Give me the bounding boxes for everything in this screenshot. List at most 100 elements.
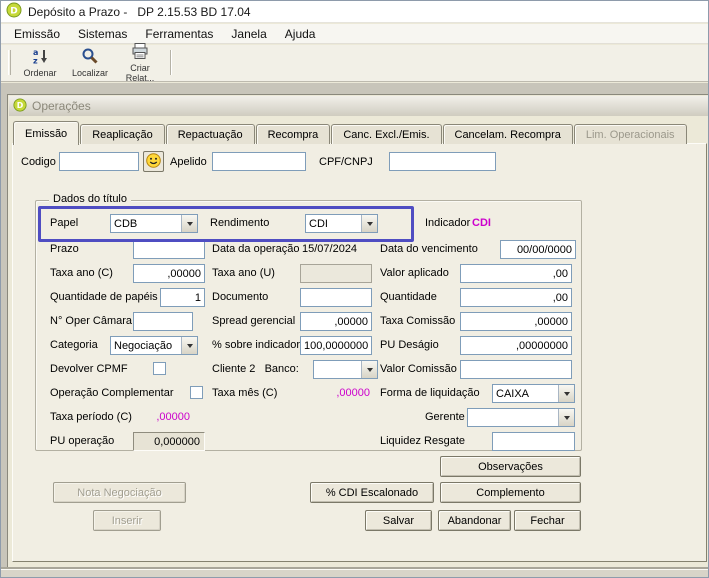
app-icon: D — [6, 2, 22, 21]
tab-recompra[interactable]: Recompra — [255, 124, 331, 144]
tab-cancelam-recompra[interactable]: Cancelam. Recompra — [442, 124, 573, 144]
pu-desagio-label: PU Deságio — [380, 339, 439, 351]
app-window: { "app": { "title": "Depósito a Prazo - … — [0, 0, 709, 578]
taxa-mes-c-label: Taxa mês (C) — [212, 387, 278, 399]
cpf-cnpj-input[interactable] — [389, 152, 496, 171]
fechar-button[interactable]: Fechar — [514, 510, 581, 531]
tab-repactuacao[interactable]: Repactuação — [165, 124, 255, 144]
categoria-label: Categoria — [50, 339, 98, 351]
categoria-select[interactable]: Negociação — [110, 336, 198, 355]
forma-liquidacao-select[interactable]: CAIXA — [492, 384, 575, 403]
svg-text:D: D — [17, 101, 24, 110]
observacoes-button[interactable]: Observações — [440, 456, 581, 477]
criar-relatorio-label: Criar Relat... — [125, 63, 155, 83]
apelido-input[interactable] — [212, 152, 306, 171]
papel-label: Papel — [50, 217, 79, 229]
sobre-indicador-label: % sobre indicador — [212, 339, 301, 351]
cliente2-banco-label: Cliente 2 Banco: — [212, 363, 299, 375]
cdi-escalonado-button[interactable]: % CDI Escalonado — [310, 482, 434, 503]
forma-liquidacao-label: Forma de liquidação — [380, 387, 480, 399]
cliente2-banco-dropdown-arrow-icon[interactable] — [361, 361, 377, 378]
svg-text:z: z — [33, 57, 38, 66]
smiley-lookup-button[interactable] — [143, 151, 164, 172]
menu-ferramentas[interactable]: Ferramentas — [136, 24, 222, 44]
papel-dropdown-arrow-icon[interactable] — [181, 215, 197, 232]
operacoes-window-icon: D — [13, 97, 27, 115]
localizar-button[interactable]: Localizar — [65, 46, 115, 79]
cliente2-banco-select[interactable] — [313, 360, 378, 379]
gerente-label: Gerente — [425, 411, 465, 423]
valor-comissao-input[interactable] — [460, 360, 572, 379]
categoria-dropdown-arrow-icon[interactable] — [181, 337, 197, 354]
codigo-input[interactable] — [59, 152, 139, 171]
papel-select[interactable]: CDB — [110, 214, 198, 233]
taxa-ano-u-label: Taxa ano (U) — [212, 267, 275, 279]
svg-text:D: D — [10, 7, 17, 17]
titlebar: D Depósito a Prazo - DP 2.15.53 BD 17.04 — [1, 1, 708, 23]
oper-camara-input[interactable] — [133, 312, 193, 331]
ordenar-button[interactable]: az Ordenar — [15, 46, 65, 79]
criar-relatorio-button[interactable]: Criar Relat... — [115, 43, 165, 83]
data-vencimento-input[interactable] — [500, 240, 576, 259]
pu-operacao-value: 0,000000 — [133, 432, 205, 451]
codigo-label: Codigo — [21, 156, 56, 168]
qtd-papeis-input[interactable] — [160, 288, 205, 307]
menu-sistemas[interactable]: Sistemas — [69, 24, 136, 44]
indicador-value: CDI — [472, 217, 491, 229]
liquidez-resgate-input[interactable] — [492, 432, 575, 451]
quantidade-label: Quantidade — [380, 291, 437, 303]
window-title: Depósito a Prazo - DP 2.15.53 BD 17.04 — [28, 4, 251, 19]
categoria-value: Negociação — [114, 339, 173, 352]
localizar-label: Localizar — [71, 68, 109, 78]
emissao-tab-panel: Codigo Apelido CPF/CNPJ Dados do título … — [12, 143, 707, 562]
rendimento-dropdown-arrow-icon[interactable] — [361, 215, 377, 232]
taxa-comissao-input[interactable] — [460, 312, 572, 331]
tab-canc-excl-emis[interactable]: Canc. Excl./Emis. — [331, 124, 442, 144]
forma-liquidacao-value: CAIXA — [496, 387, 530, 400]
quantidade-input[interactable] — [460, 288, 572, 307]
tab-lim-operacionais: Lim. Operacionais — [573, 124, 687, 144]
abandonar-button[interactable]: Abandonar — [438, 510, 511, 531]
salvar-button[interactable]: Salvar — [365, 510, 432, 531]
menubar: Emissão Sistemas Ferramentas Janela Ajud… — [1, 24, 708, 44]
sobre-indicador-input[interactable] — [300, 336, 372, 355]
op-complementar-checkbox[interactable] — [190, 386, 203, 399]
operacoes-body: Emissão Reaplicação Repactuação Recompra… — [10, 117, 708, 565]
spread-gerencial-input[interactable] — [300, 312, 372, 331]
search-icon — [81, 47, 99, 68]
gerente-dropdown-arrow-icon[interactable] — [558, 409, 574, 426]
tab-emissao[interactable]: Emissão — [13, 121, 80, 145]
menu-ajuda[interactable]: Ajuda — [276, 24, 325, 44]
taxa-comissao-label: Taxa Comissão — [380, 315, 456, 327]
taxa-ano-c-input[interactable] — [133, 264, 205, 283]
taxa-periodo-c-value: ,00000 — [156, 411, 190, 423]
nota-negociacao-button: Nota Negociação — [53, 482, 186, 503]
devolver-cpmf-checkbox[interactable] — [153, 362, 166, 375]
cpf-cnpj-label: CPF/CNPJ — [319, 156, 373, 168]
prazo-input[interactable] — [133, 240, 205, 259]
prazo-label: Prazo — [50, 243, 79, 255]
rendimento-label: Rendimento — [210, 217, 270, 229]
taxa-mes-c-value: ,00000 — [336, 387, 370, 399]
documento-label: Documento — [212, 291, 269, 303]
documento-input[interactable] — [300, 288, 372, 307]
complemento-button[interactable]: Complemento — [440, 482, 581, 503]
status-bar — [1, 569, 708, 577]
ordenar-label: Ordenar — [23, 68, 57, 78]
oper-camara-label: N° Oper Câmara — [50, 315, 133, 327]
spread-gerencial-label: Spread gerencial — [212, 315, 296, 327]
operacoes-titlebar[interactable]: D Operações — [9, 96, 708, 116]
toolbar: az Ordenar Localizar Criar Relat... — [1, 43, 708, 83]
pu-desagio-input[interactable] — [460, 336, 572, 355]
tab-reaplicacao[interactable]: Reaplicação — [80, 124, 165, 144]
valor-aplicado-input[interactable] — [460, 264, 572, 283]
menu-emissao[interactable]: Emissão — [5, 24, 69, 44]
forma-liquidacao-dropdown-arrow-icon[interactable] — [558, 385, 574, 402]
tab-strip: Emissão Reaplicação Repactuação Recompra… — [13, 120, 688, 145]
papel-value: CDB — [114, 217, 138, 230]
rendimento-select[interactable]: CDI — [305, 214, 378, 233]
gerente-select[interactable] — [467, 408, 575, 427]
toolbar-separator — [170, 50, 172, 75]
menu-janela[interactable]: Janela — [222, 24, 275, 44]
inserir-button: Inserir — [93, 510, 161, 531]
